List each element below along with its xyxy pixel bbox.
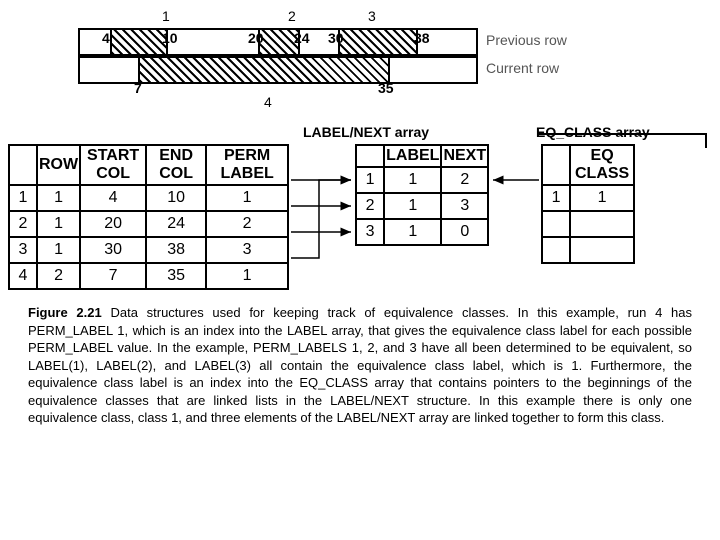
table-row: 2 1 3 xyxy=(356,193,488,219)
eq-h1: EQ CLASS xyxy=(570,145,634,185)
table-row: 3 1 30 38 3 xyxy=(9,237,288,263)
diagram-label-3: 3 xyxy=(368,8,376,24)
table-row xyxy=(542,237,634,263)
table-row: 2 1 20 24 2 xyxy=(9,211,288,237)
eq-class-heading: EQ_CLASS array xyxy=(536,124,691,140)
arrows-runs-to-label xyxy=(289,144,355,264)
table-row: 3 1 0 xyxy=(356,219,488,245)
diagram-label-4: 4 xyxy=(264,94,272,110)
prev-seg-1 xyxy=(110,28,168,56)
runs-h1: ROW xyxy=(37,145,80,185)
run-diagram: 1 2 3 4 10 20 24 30 38 7 35 4 Previous r… xyxy=(78,8,578,118)
table-row: 1 1 4 10 1 xyxy=(9,185,288,211)
table-row: 1 1 xyxy=(542,185,634,211)
curr-seg xyxy=(138,56,390,84)
label-next-table: LABEL NEXT 1 1 2 2 1 3 3 1 0 xyxy=(355,144,489,246)
prev-seg-3 xyxy=(338,28,418,56)
seg1-end: 10 xyxy=(162,30,178,46)
seg2-end: 24 xyxy=(294,30,310,46)
figure-caption: Figure 2.21 Data structures used for kee… xyxy=(8,304,712,427)
tables-row: ROW START COL END COL PERM LABEL 1 1 4 1… xyxy=(8,144,712,290)
seg3-start: 30 xyxy=(328,30,344,46)
eq-class-table: EQ CLASS 1 1 xyxy=(541,144,635,264)
ln-h1: LABEL xyxy=(384,145,441,167)
curr-end: 35 xyxy=(378,80,394,96)
ln-h2: NEXT xyxy=(441,145,488,167)
caption-text: Data structures used for keeping track o… xyxy=(28,305,692,425)
curr-start: 7 xyxy=(134,80,142,96)
runs-h2: START COL xyxy=(80,145,146,185)
previous-row-text: Previous row xyxy=(486,32,567,48)
diagram-label-2: 2 xyxy=(288,8,296,24)
arrow-eq-to-label xyxy=(489,144,541,264)
seg1-start: 4 xyxy=(102,30,110,46)
array-headings: LABEL/NEXT array EQ_CLASS array xyxy=(8,124,712,140)
caption-label: Figure 2.21 xyxy=(28,305,102,320)
table-row: 1 1 2 xyxy=(356,167,488,193)
runs-table: ROW START COL END COL PERM LABEL 1 1 4 1… xyxy=(8,144,289,290)
table-row xyxy=(542,211,634,237)
diagram-label-1: 1 xyxy=(162,8,170,24)
label-next-heading: LABEL/NEXT array xyxy=(303,124,458,140)
runs-h3: END COL xyxy=(146,145,206,185)
seg2-start: 20 xyxy=(248,30,264,46)
seg3-end: 38 xyxy=(414,30,430,46)
table-row: 4 2 7 35 1 xyxy=(9,263,288,289)
runs-h4: PERM LABEL xyxy=(206,145,288,185)
current-row-text: Current row xyxy=(486,60,559,76)
